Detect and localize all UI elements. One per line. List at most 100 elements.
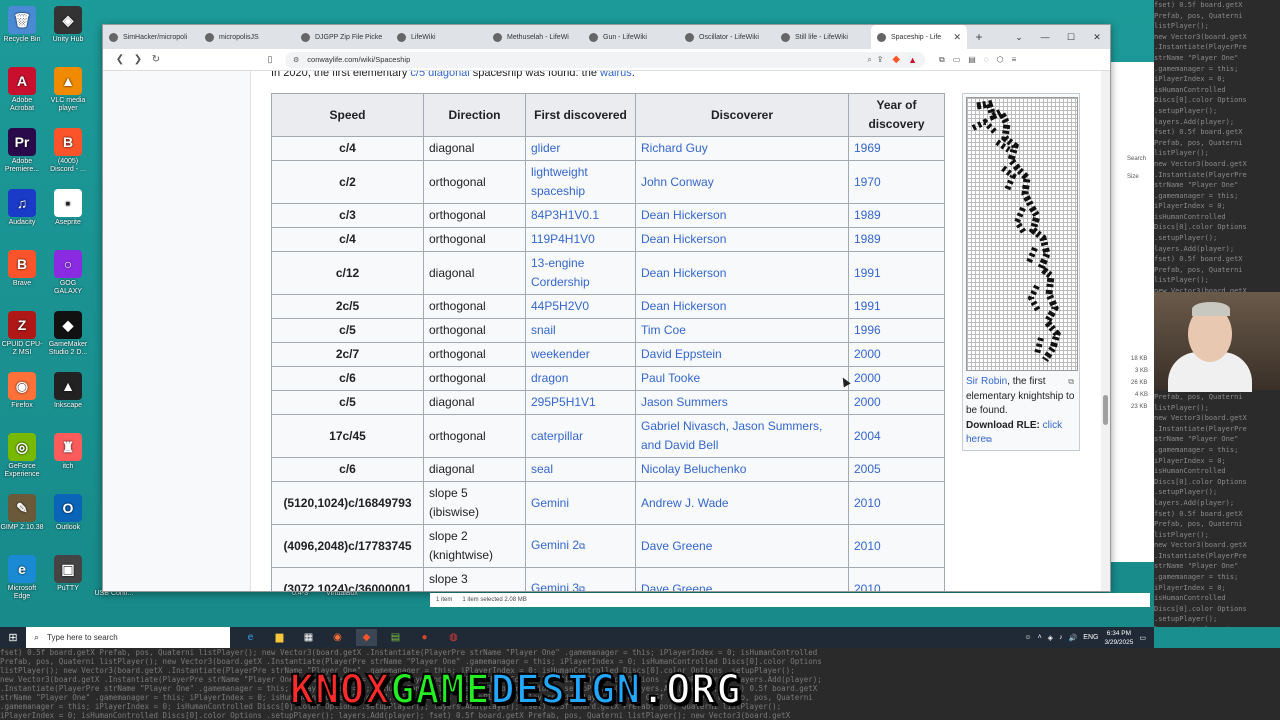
cell-year-link[interactable]: 1991 [854, 266, 881, 280]
back-icon[interactable]: ❮ [111, 54, 129, 65]
cell-discoverer-link[interactable]: Dean Hickerson [641, 232, 726, 246]
bookmark-icon[interactable]: ▯ [261, 54, 279, 65]
edge-icon[interactable]: e [240, 629, 261, 646]
sir-robin-pattern-image[interactable] [966, 97, 1078, 371]
cell-first-discovered-link[interactable]: Gemini [531, 496, 569, 510]
desktop-icon[interactable]: ▲ Inkscape [46, 372, 90, 410]
browser-tab[interactable]: Methuselah - LifeWi [487, 25, 583, 49]
cell-first-discovered-link[interactable]: glider [531, 141, 560, 155]
cell-discoverer-link[interactable]: Andrew J. Wade [641, 496, 729, 510]
cell-first-discovered-link[interactable]: 295P5H1V1 [531, 395, 596, 409]
desktop-icon[interactable]: B (4005) Discord - ... [46, 128, 90, 174]
cell-discoverer-link[interactable]: Nicolay Beluchenko [641, 462, 746, 476]
cell-year-link[interactable]: 2000 [854, 395, 881, 409]
desktop-icon[interactable]: Z CPUID CPU-Z MSI [0, 311, 44, 357]
reload-icon[interactable]: ↻ [147, 54, 165, 65]
cell-year-link[interactable]: 2010 [854, 496, 881, 510]
cell-year-link[interactable]: 2005 [854, 462, 881, 476]
cell-first-discovered-link[interactable]: 119P4H1V0 [531, 232, 595, 246]
cell-discoverer-link[interactable]: Tim Coe [641, 323, 686, 337]
mic-icon[interactable]: ♪ [1059, 634, 1063, 641]
cell-discoverer-link[interactable]: Dean Hickerson [641, 299, 726, 313]
browser-tab[interactable]: LifeWiki [391, 25, 487, 49]
cell-first-discovered-link[interactable]: Gemini 3 [531, 581, 579, 591]
cell-year-link[interactable]: 1991 [854, 299, 881, 313]
powerpoint-icon[interactable]: ● [414, 629, 435, 646]
brave-rewards-icon[interactable]: ▲ [908, 55, 917, 65]
browser-tab[interactable]: DJGPP Zip File Picke [295, 25, 391, 49]
wallet-icon[interactable]: ▤ [968, 55, 976, 65]
browser-tab[interactable]: Still life - LifeWiki [775, 25, 871, 49]
browser-tab[interactable]: Spaceship - Life ✕ [871, 25, 967, 49]
cell-year-link[interactable]: 2010 [854, 582, 881, 592]
cell-discoverer-link[interactable]: Paul Tooke [641, 371, 700, 385]
cell-discoverer-link[interactable]: David Eppstein [641, 347, 722, 361]
link-c5-diagonal[interactable]: c/5 diagonal [410, 71, 469, 79]
browser-tab[interactable]: SimHacker/micropoli [103, 25, 199, 49]
url-field[interactable]: ⚙ conwaylife.com/wiki/Spaceship ⌕⇪ ◆ ▲ [285, 51, 925, 68]
desktop-icon[interactable]: ▲ VLC media player [46, 67, 90, 113]
desktop-icon[interactable]: 🗑 Recycle Bin [0, 6, 44, 44]
cell-discoverer-link[interactable]: Jason Summers [641, 395, 728, 409]
desktop-icon[interactable]: A Adobe Acrobat [0, 67, 44, 113]
firefox-icon[interactable]: ◉ [327, 629, 348, 646]
forward-icon[interactable]: ❯ [129, 54, 147, 65]
chevron-up-icon[interactable]: ˄ [1038, 634, 1042, 641]
tab-search-icon[interactable]: ⌄ [1006, 25, 1032, 49]
site-info-icon[interactable]: ⚙ [293, 56, 299, 64]
cell-first-discovered-link[interactable]: caterpillar [531, 429, 583, 443]
zoom-share-icons[interactable]: ⌕⇪ [867, 55, 888, 65]
cell-year-link[interactable]: 2004 [854, 429, 881, 443]
cell-discoverer-link[interactable]: Dean Hickerson [641, 266, 726, 280]
desktop-icon[interactable]: ▣ PuTTY [46, 555, 90, 593]
brave-icon[interactable]: ◆ [356, 629, 377, 646]
desktop-icon[interactable]: O Outlook [46, 494, 90, 532]
leo-icon[interactable]: ⬡ [997, 55, 1004, 65]
cell-first-discovered-link[interactable]: 44P5H2V0 [531, 299, 589, 313]
new-tab-button[interactable]: + [967, 25, 991, 49]
cell-year-link[interactable]: 1969 [854, 141, 881, 155]
menu-icon[interactable]: ≡ [1012, 55, 1017, 65]
desktop-icon[interactable]: ◈ Unity Hub [46, 6, 90, 44]
browser-tab[interactable]: micropolisJS [199, 25, 295, 49]
cell-first-discovered-link[interactable]: lightweight spaceship [531, 165, 588, 198]
desktop-icon[interactable]: ◆ GameMaker Studio 2 D... [46, 311, 90, 357]
link-walrus[interactable]: walrus [600, 71, 632, 79]
cell-first-discovered-link[interactable]: snail [531, 323, 556, 337]
close-tab-icon[interactable]: ✕ [953, 32, 961, 43]
cell-year-link[interactable]: 1989 [854, 232, 881, 246]
desktop-icon[interactable]: ▪ Aseprite [46, 189, 90, 227]
cell-discoverer-link[interactable]: Dave Greene [641, 539, 712, 553]
minimize-button[interactable]: — [1032, 25, 1058, 49]
desktop-icon[interactable]: B Brave [0, 250, 44, 288]
people-icon[interactable]: ☺ [1024, 634, 1031, 641]
desktop-icon[interactable]: ♫ Audacity [0, 189, 44, 227]
cell-first-discovered-link[interactable]: Gemini 2 [531, 538, 579, 552]
close-button[interactable]: ✕ [1084, 25, 1110, 49]
cell-first-discovered-link[interactable]: dragon [531, 371, 568, 385]
obs-icon[interactable]: ◍ [443, 629, 464, 646]
notifications-icon[interactable]: ▭ [1139, 634, 1146, 642]
windows-start-icon[interactable]: ⊞ [0, 631, 26, 644]
desktop-icon[interactable]: ◉ Firefox [0, 372, 44, 410]
taskbar-search[interactable]: ⌕ Type here to search [26, 627, 230, 648]
cell-discoverer-link[interactable]: Dean Hickerson [641, 208, 726, 222]
cell-discoverer-link[interactable]: Gabriel Nivasch, Jason Summers, and Davi… [641, 419, 822, 452]
extensions-icon[interactable]: ⧉ [939, 55, 945, 65]
store-icon[interactable]: ▦ [298, 629, 319, 646]
desktop-icon[interactable]: e Microsoft Edge [0, 555, 44, 601]
cell-year-link[interactable]: 2000 [854, 347, 881, 361]
browser-tab[interactable]: Oscillator - LifeWiki [679, 25, 775, 49]
cell-year-link[interactable]: 1970 [854, 175, 881, 189]
maximize-button[interactable]: ☐ [1058, 25, 1084, 49]
file-explorer-icon[interactable]: ▆ [269, 629, 290, 646]
cell-discoverer-link[interactable]: Dave Greene [641, 582, 712, 592]
cell-year-link[interactable]: 1996 [854, 323, 881, 337]
desktop-icon[interactable]: Pr Adobe Premiere... [0, 128, 44, 174]
scrollbar-thumb[interactable] [1103, 395, 1108, 425]
cell-year-link[interactable]: 1989 [854, 208, 881, 222]
cell-first-discovered-link[interactable]: 84P3H1V0.1 [531, 208, 599, 222]
volume-icon[interactable]: 🔊 [1069, 634, 1078, 642]
clock[interactable]: 6:34 PM 3/29/2025 [1104, 629, 1133, 647]
cell-year-link[interactable]: 2010 [854, 539, 881, 553]
